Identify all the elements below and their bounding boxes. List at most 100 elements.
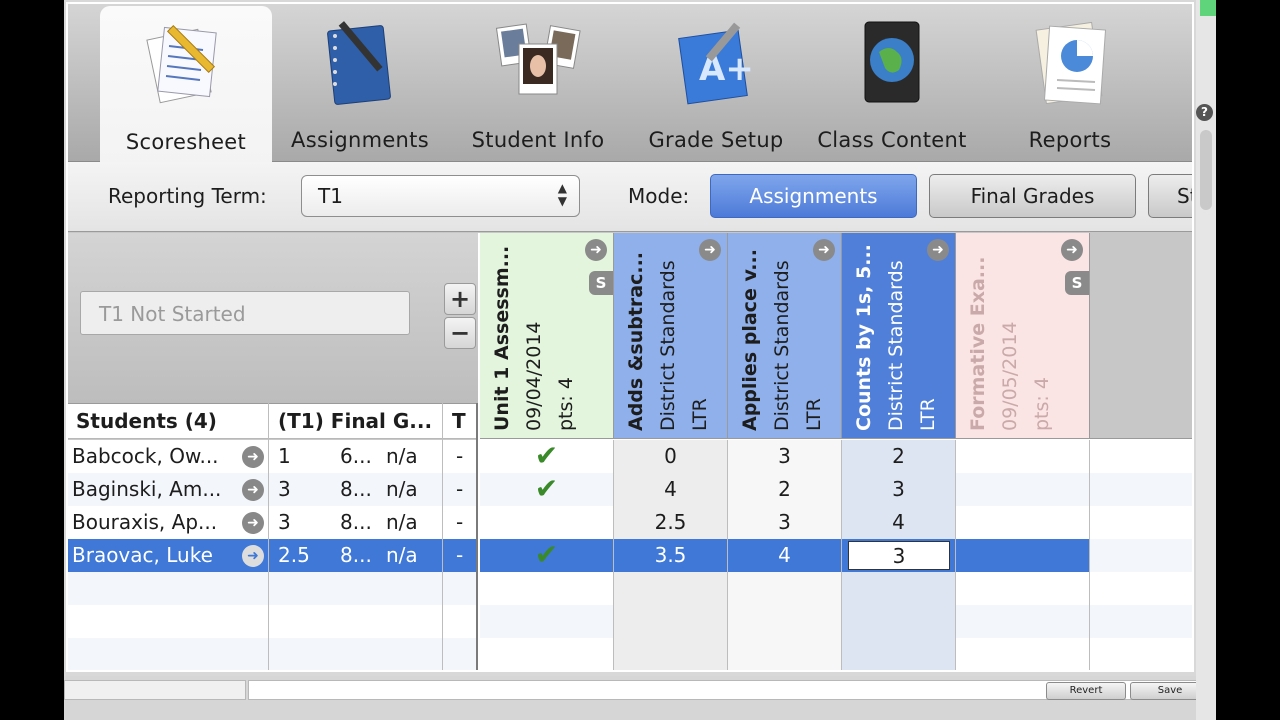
students-pane: T1 Not Started + − Students (4) (T1) Fin… (68, 233, 479, 670)
assignment-arrow-icon[interactable]: ➜ (1061, 239, 1083, 261)
score-cell[interactable]: 4 (842, 506, 956, 539)
score-cell[interactable]: ✔ (480, 539, 614, 572)
score-value: 4 (778, 543, 791, 567)
student-name: Braovac, Luke (72, 543, 213, 567)
tab-class-content[interactable]: Class Content (806, 4, 978, 162)
student-name: Babcock, Ow... (72, 444, 219, 468)
final-grade-header[interactable]: (T1) Final G... (278, 409, 432, 433)
score-cell[interactable] (842, 638, 956, 670)
term-bar: Reporting Term: T1 ▲ ▼ Mode: Assignments … (68, 162, 1192, 232)
student-row[interactable]: Babcock, Ow... ➜ 1 6... n/a - (68, 440, 478, 473)
score-edit-input[interactable]: 3 (848, 541, 950, 570)
reports-icon (1035, 21, 1107, 105)
tab-reports[interactable]: Reports (984, 4, 1156, 162)
tab-assignments[interactable]: Assignments (274, 4, 446, 162)
assignment-arrow-icon[interactable]: ➜ (585, 239, 607, 261)
score-cell[interactable] (956, 572, 1090, 605)
assignment-arrow-icon[interactable]: ➜ (813, 239, 835, 261)
mode-final-grades-button[interactable]: Final Grades (929, 174, 1136, 218)
score-cell[interactable] (956, 539, 1090, 572)
score-cell[interactable] (956, 440, 1090, 473)
assignment-header[interactable]: Adds &subtrac... District Standards LTR ➜ (614, 233, 728, 439)
score-cell[interactable] (956, 605, 1090, 638)
assignment-arrow-icon[interactable]: ➜ (927, 239, 949, 261)
assignment-detail: pts: 4 (555, 377, 577, 431)
score-cell[interactable] (480, 605, 614, 638)
score-cell[interactable] (956, 506, 1090, 539)
checkmark-icon: ✔ (534, 472, 559, 505)
score-cell[interactable] (842, 605, 956, 638)
score-cell[interactable] (728, 572, 842, 605)
score-cell[interactable]: 4 (614, 473, 728, 506)
assignment-header[interactable]: Formative Exa... 09/05/2014 pts: 4 ➜ S (956, 233, 1090, 439)
student-arrow-icon[interactable]: ➜ (242, 446, 264, 468)
score-cell[interactable] (956, 638, 1090, 670)
score-cell[interactable] (480, 638, 614, 670)
tab-student-info[interactable]: Student Info (452, 4, 624, 162)
tab-assignments-label: Assignments (291, 128, 429, 152)
score-cell[interactable] (614, 572, 728, 605)
assignment-header[interactable]: Applies place v... District Standards LTR ➜ (728, 233, 842, 439)
assignment-title: Adds &subtrac... (625, 251, 647, 431)
student-row[interactable]: Bouraxis, Ap... ➜ 3 8... n/a - (68, 506, 478, 539)
score-cell[interactable] (480, 506, 614, 539)
empty-cell (1090, 638, 1192, 670)
score-cell[interactable]: 0 (614, 440, 728, 473)
help-icon[interactable]: ? (1196, 104, 1213, 121)
scrollbar[interactable] (1200, 130, 1212, 210)
student-percent: 8... (340, 477, 372, 501)
score-cell[interactable]: 3 (728, 506, 842, 539)
score-cell[interactable]: ✔ (480, 473, 614, 506)
student-na: n/a (386, 444, 418, 468)
term-status-field: T1 Not Started (80, 291, 410, 335)
tab-class-content-label: Class Content (817, 128, 967, 152)
student-arrow-icon[interactable]: ➜ (242, 545, 264, 567)
empty-cell (1090, 473, 1192, 506)
score-cell[interactable] (842, 572, 956, 605)
t-header[interactable]: T (452, 409, 466, 433)
students-header[interactable]: Students (4) (76, 409, 217, 433)
checkmark-icon: ✔ (534, 538, 559, 571)
student-row[interactable]: Baginski, Am... ➜ 3 8... n/a - (68, 473, 478, 506)
score-cell[interactable] (614, 638, 728, 670)
expand-button[interactable]: + (444, 283, 476, 315)
student-arrow-icon[interactable]: ➜ (242, 479, 264, 501)
student-na: n/a (386, 510, 418, 534)
score-cell[interactable]: 2 (728, 473, 842, 506)
student-photos-icon (495, 23, 581, 95)
assignment-header[interactable]: Unit 1 Assessm... 09/04/2014 pts: 4 ➜ S (480, 233, 614, 439)
checkmark-icon: ✔ (534, 439, 559, 472)
section-badge-icon[interactable]: S (589, 271, 613, 295)
score-cell[interactable]: ✔ (480, 440, 614, 473)
score-cell[interactable] (956, 473, 1090, 506)
mode-assignments-button[interactable]: Assignments (710, 174, 917, 218)
student-row[interactable]: Braovac, Luke ➜ 2.5 8... n/a - (68, 539, 478, 572)
comment-field-left[interactable] (64, 680, 246, 700)
assignment-subtitle: District Standards (885, 260, 907, 431)
mode-standards-button[interactable]: St (1148, 174, 1192, 218)
tab-grade-setup[interactable]: A+ Grade Setup (630, 4, 802, 162)
score-cell[interactable] (728, 638, 842, 670)
section-badge-icon[interactable]: S (1065, 271, 1089, 295)
score-cell[interactable]: 3 (842, 473, 956, 506)
empty-cell (1090, 539, 1192, 572)
score-cell[interactable]: 3.5 (614, 539, 728, 572)
collapse-button[interactable]: − (444, 317, 476, 349)
score-cell[interactable] (614, 605, 728, 638)
score-cell[interactable]: 2.5 (614, 506, 728, 539)
select-arrows-icon: ▲ ▼ (557, 181, 567, 208)
student-arrow-icon[interactable]: ➜ (242, 512, 264, 534)
reporting-term-select[interactable]: T1 ▲ ▼ (301, 175, 580, 217)
revert-button[interactable]: Revert (1046, 682, 1126, 700)
tab-scoresheet[interactable]: Scoresheet (100, 6, 272, 162)
score-cell[interactable]: 3 (728, 440, 842, 473)
assignment-header[interactable]: Counts by 1s, 5... District Standards LTR ➜ (842, 233, 956, 439)
score-cell[interactable]: 2 (842, 440, 956, 473)
score-cell[interactable]: 3 (842, 539, 956, 572)
score-cell[interactable] (480, 572, 614, 605)
assignment-arrow-icon[interactable]: ➜ (699, 239, 721, 261)
score-cell[interactable] (728, 605, 842, 638)
student-name: Bouraxis, Ap... (72, 510, 218, 534)
score-cell[interactable]: 4 (728, 539, 842, 572)
student-name: Baginski, Am... (72, 477, 222, 501)
